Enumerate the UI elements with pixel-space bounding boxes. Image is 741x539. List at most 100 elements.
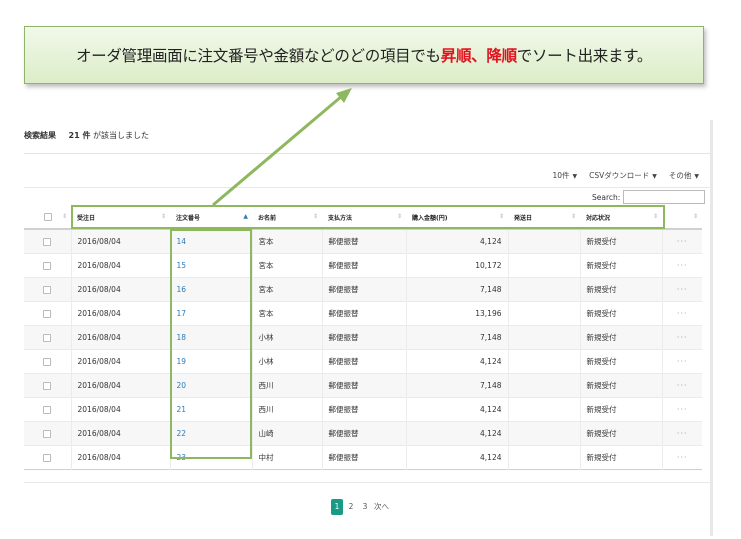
row-checkbox[interactable] (43, 310, 52, 318)
cell-payment: 郵便振替 (321, 397, 406, 422)
cell-date: 2016/08/04 (70, 421, 170, 446)
cell-amount: 4,124 (405, 445, 508, 470)
cell-ship (507, 277, 580, 302)
page-button-1[interactable]: 1 (331, 499, 343, 515)
other-dropdown[interactable]: その他 ▼ (669, 170, 699, 181)
cell-ship (507, 325, 580, 350)
cell-date: 2016/08/04 (70, 277, 170, 302)
row-select-cell (24, 302, 71, 326)
cell-date: 2016/08/04 (70, 229, 170, 254)
row-checkbox[interactable] (43, 358, 52, 366)
table-row: 2016/08/04 15 宮本 郵便振替 10,172 新規受付 ··· (24, 253, 702, 278)
cell-date: 2016/08/04 (70, 373, 170, 398)
cell-ship (507, 349, 580, 374)
table-row: 2016/08/04 22 山崎 郵便振替 4,124 新規受付 ··· (24, 421, 702, 446)
chevron-down-icon: ▼ (652, 173, 657, 180)
select-all-header[interactable]: ⇕ (24, 206, 71, 230)
cell-name: 宮本 (251, 277, 322, 302)
row-checkbox[interactable] (43, 262, 52, 270)
cell-status: 新規受付 (579, 277, 662, 302)
cell-payment: 郵便振替 (321, 277, 406, 302)
row-checkbox[interactable] (43, 238, 52, 246)
annotation-arrow-line (212, 94, 343, 207)
select-all-checkbox[interactable] (43, 213, 52, 221)
ellipsis-icon[interactable]: ··· (661, 301, 702, 326)
cell-ship (507, 253, 580, 278)
result-suffix: が該当しました (93, 131, 150, 140)
ellipsis-icon[interactable]: ··· (661, 373, 702, 398)
table-row: 2016/08/04 14 宮本 郵便振替 4,124 新規受付 ··· (24, 229, 702, 254)
per-page-label: 10件 (552, 171, 570, 180)
csv-download-dropdown[interactable]: CSVダウンロード ▼ (589, 170, 657, 181)
row-select-cell (24, 350, 71, 374)
result-summary: 検索結果 21 件 が該当しました (24, 130, 149, 141)
cell-name: 小林 (251, 325, 322, 350)
row-checkbox[interactable] (43, 382, 52, 390)
per-page-dropdown[interactable]: 10件 ▼ (552, 170, 577, 181)
ellipsis-icon[interactable]: ··· (661, 445, 702, 470)
ellipsis-icon[interactable]: ··· (661, 349, 702, 374)
cell-amount: 10,172 (405, 253, 508, 278)
table-row: 2016/08/04 23 中村 郵便振替 4,124 新規受付 ··· (24, 445, 702, 470)
ellipsis-icon[interactable]: ··· (661, 325, 702, 350)
pagination: 1 2 3 次へ (331, 499, 390, 515)
row-checkbox[interactable] (43, 334, 52, 342)
ellipsis-icon[interactable]: ··· (661, 229, 702, 254)
cell-date: 2016/08/04 (70, 349, 170, 374)
annotation-arrow-head (336, 88, 352, 103)
row-select-cell (24, 326, 71, 350)
other-label: その他 (668, 171, 692, 180)
cell-name: 中村 (251, 445, 322, 470)
search-box: Search: (592, 190, 706, 204)
cell-status: 新規受付 (579, 301, 662, 326)
cell-status: 新規受付 (579, 253, 662, 278)
cell-payment: 郵便振替 (321, 445, 406, 470)
table-row: 2016/08/04 19 小林 郵便振替 4,124 新規受付 ··· (24, 349, 702, 374)
cell-date: 2016/08/04 (70, 397, 170, 422)
row-select-cell (24, 254, 71, 278)
page-button-2[interactable]: 2 (345, 499, 357, 515)
ellipsis-icon[interactable]: ··· (661, 421, 702, 446)
row-checkbox[interactable] (43, 406, 52, 414)
row-checkbox[interactable] (43, 430, 52, 438)
cell-name: 宮本 (251, 253, 322, 278)
ellipsis-icon[interactable]: ··· (661, 253, 702, 278)
cell-status: 新規受付 (579, 325, 662, 350)
callout-comma: 、 (471, 47, 487, 65)
cell-ship (507, 229, 580, 254)
cell-status: 新規受付 (579, 421, 662, 446)
row-checkbox[interactable] (43, 454, 52, 462)
table-row: 2016/08/04 20 西川 郵便振替 7,148 新規受付 ··· (24, 373, 702, 398)
cell-ship (507, 373, 580, 398)
cell-payment: 郵便振替 (321, 229, 406, 254)
callout-banner: オーダ管理画面に注文番号や金額などのどの項目でも 昇順、降順 でソート出来ます。 (24, 26, 704, 84)
ellipsis-icon[interactable]: ··· (661, 397, 702, 422)
cell-ship (507, 445, 580, 470)
cell-payment: 郵便振替 (321, 301, 406, 326)
cell-date: 2016/08/04 (70, 325, 170, 350)
next-page-button[interactable]: 次へ (373, 499, 390, 515)
row-checkbox[interactable] (43, 286, 52, 294)
actions-header: ⇕ (662, 206, 702, 230)
cell-status: 新規受付 (579, 373, 662, 398)
table-toolbar: 10件 ▼ CSVダウンロード ▼ その他 ▼ (552, 170, 699, 181)
row-select-cell (24, 374, 71, 398)
cell-date: 2016/08/04 (70, 253, 170, 278)
right-divider (710, 120, 713, 536)
search-label: Search: (592, 192, 621, 202)
page-button-3[interactable]: 3 (359, 499, 371, 515)
search-input[interactable] (623, 190, 706, 204)
ellipsis-icon[interactable]: ··· (661, 277, 702, 302)
cell-name: 西川 (251, 373, 322, 398)
callout-suffix: でソート出来ます。 (516, 47, 653, 65)
divider (24, 153, 710, 154)
result-count: 21 件 (68, 131, 91, 140)
chevron-down-icon: ▼ (694, 173, 699, 180)
cell-name: 西川 (251, 397, 322, 422)
cell-amount: 13,196 (405, 301, 508, 326)
cell-amount: 7,148 (405, 373, 508, 398)
cell-amount: 4,124 (405, 421, 508, 446)
cell-date: 2016/08/04 (70, 445, 170, 470)
callout-desc: 降順 (486, 47, 517, 65)
cell-payment: 郵便振替 (321, 373, 406, 398)
